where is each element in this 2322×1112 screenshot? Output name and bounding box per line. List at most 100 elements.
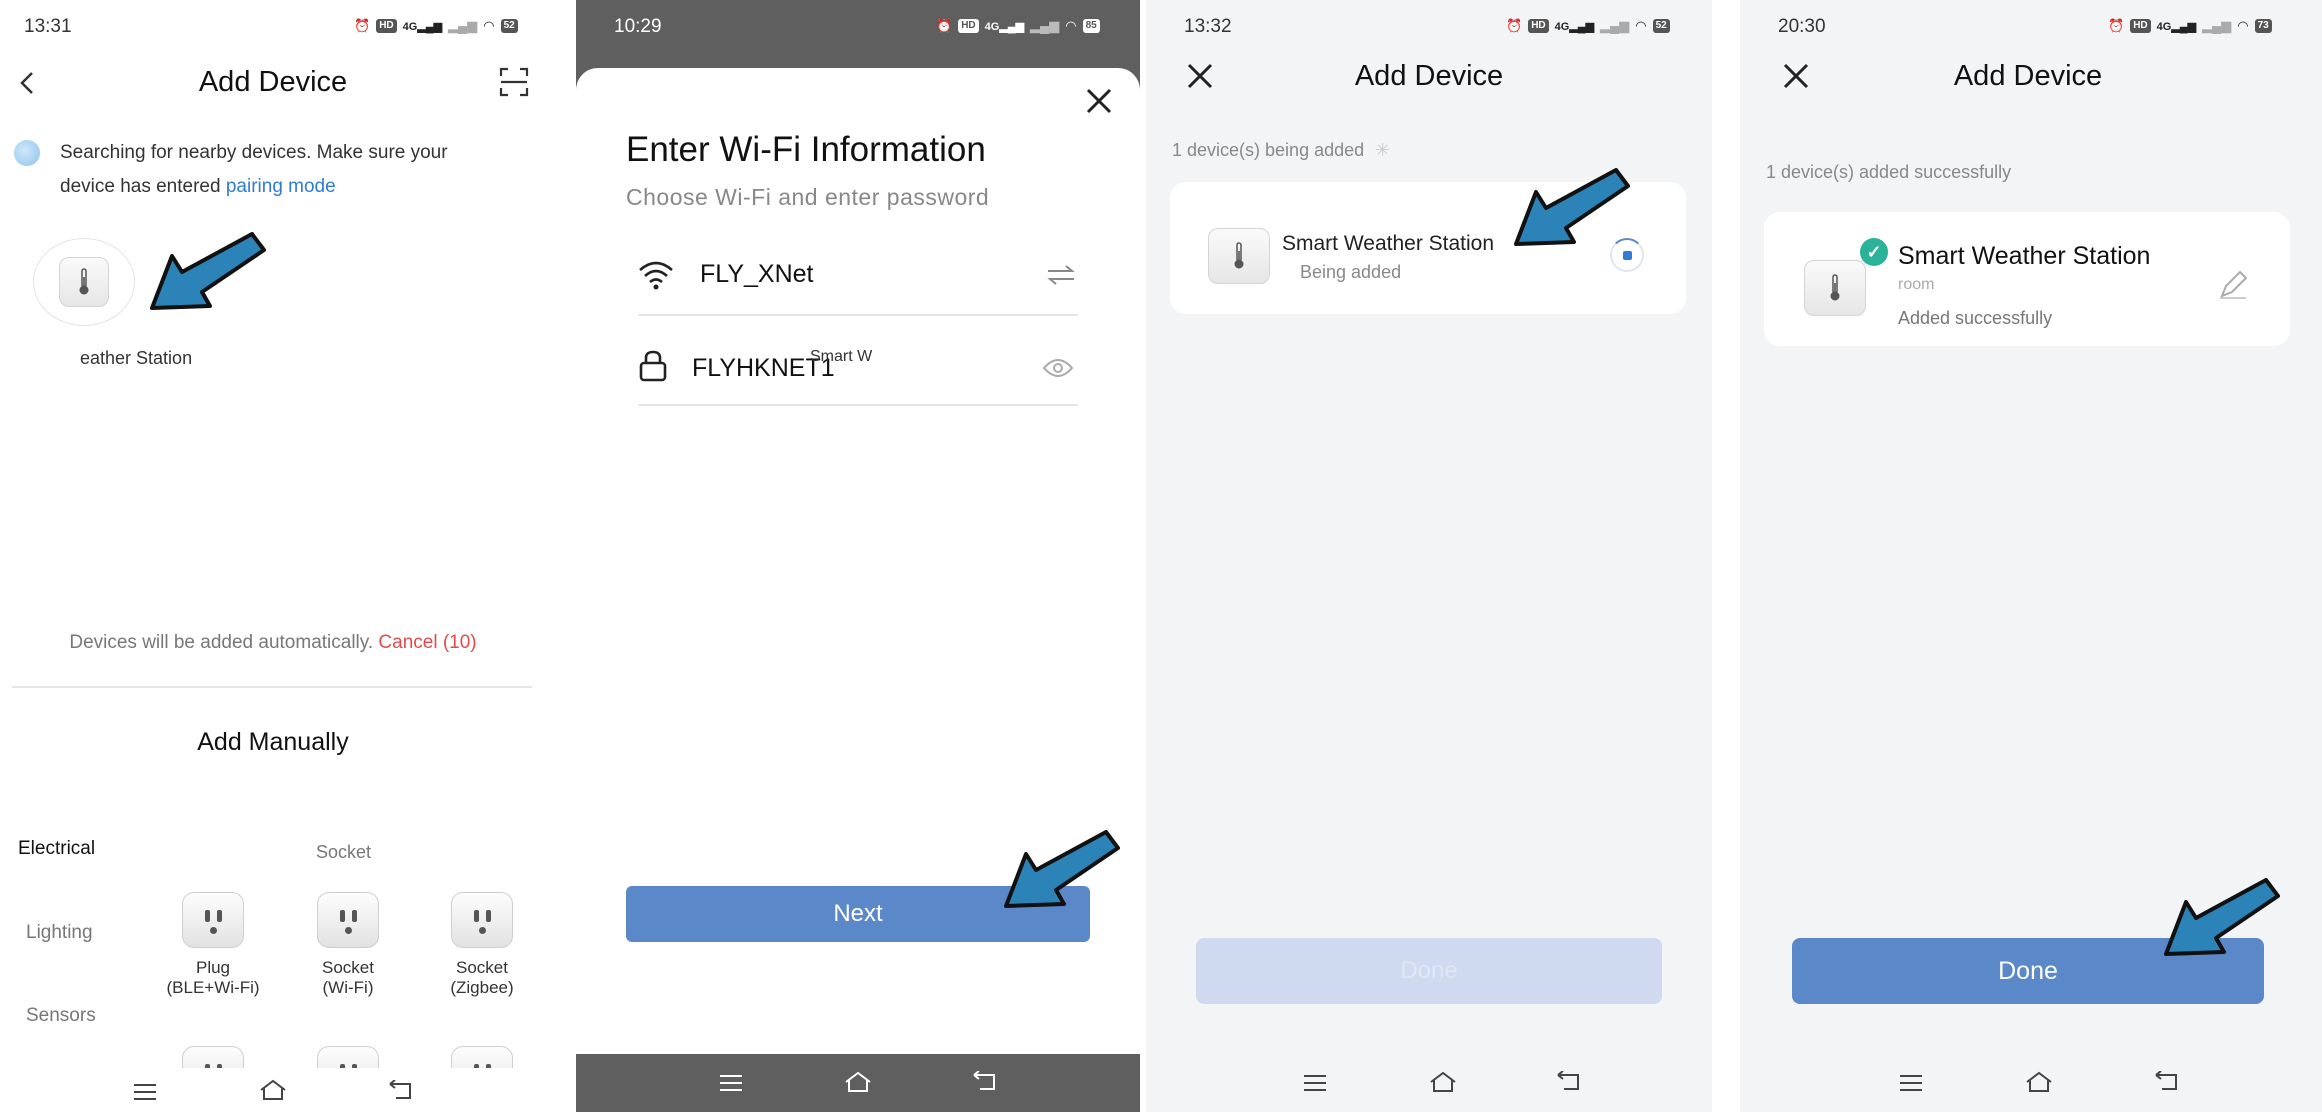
close-icon: [1086, 88, 1112, 114]
battery-icon: 73: [2254, 19, 2272, 33]
pointer-arrow-icon: [150, 232, 266, 310]
device-thumbnail: [1804, 260, 1866, 316]
swap-icon[interactable]: [1046, 264, 1076, 286]
wifi-status-icon: ◠: [1065, 18, 1077, 33]
panel-device-being-added: 13:32 ⏰ HD 4G▂▄▆ ▂▄▆ ◠ 52 Add Device 1 d…: [1146, 0, 1712, 1112]
menu-icon[interactable]: [132, 1082, 158, 1102]
menu-icon[interactable]: [718, 1073, 744, 1093]
category-lighting[interactable]: Lighting: [26, 922, 93, 944]
product-label: Socket (Wi-Fi): [322, 958, 374, 997]
divider: [12, 686, 532, 688]
alarm-icon: ⏰: [2108, 18, 2125, 33]
home-icon[interactable]: [1428, 1070, 1458, 1094]
back-nav-icon[interactable]: [970, 1071, 998, 1093]
sheet-subheading: Choose Wi-Fi and enter password: [626, 184, 990, 210]
device-room: room: [1898, 276, 1935, 293]
done-button-label: Done: [1400, 957, 1458, 984]
done-button-disabled[interactable]: Done: [1196, 938, 1662, 1004]
device-thumbnail: [59, 257, 109, 307]
home-icon[interactable]: [843, 1070, 873, 1094]
panel-wifi-info: 10:29 ⏰ HD 4G▂▄▆ ▂▄▆ ◠ 85 Enter Wi-Fi In…: [576, 0, 1140, 1112]
system-nav-bar: [0, 1068, 552, 1112]
socket-icon: [317, 892, 379, 948]
hd-icon: HD: [376, 19, 397, 33]
system-nav-bar: [1740, 1054, 2322, 1112]
pointer-arrow-icon: [1004, 830, 1120, 908]
signal-icon: 4G▂▄▆: [984, 20, 1025, 33]
password-field[interactable]: FLYHKNET1 Smart W: [638, 330, 1078, 406]
home-icon[interactable]: [258, 1078, 288, 1102]
menu-icon[interactable]: [1898, 1073, 1924, 1093]
pencil-icon[interactable]: [2218, 270, 2248, 300]
signal-weak-icon: ▂▄▆: [1030, 18, 1060, 33]
back-nav-icon[interactable]: [386, 1080, 414, 1102]
product-label: Socket (Zigbee): [450, 958, 514, 997]
adding-status-text: 1 device(s) being added: [1172, 140, 1365, 160]
page-title: Add Device: [198, 66, 348, 98]
search-message: Searching for nearby devices. Make sure …: [60, 136, 500, 204]
system-nav-bar: [1146, 1054, 1712, 1112]
wifi-sheet: Enter Wi-Fi Information Choose Wi-Fi and…: [576, 68, 1140, 1054]
home-icon[interactable]: [2024, 1070, 2054, 1094]
category-electrical[interactable]: Electrical: [18, 838, 95, 860]
thermometer-icon: [79, 268, 89, 295]
device-card[interactable]: ✓ Smart Weather Station room Added succe…: [1764, 212, 2290, 346]
status-time: 13:31: [24, 16, 72, 37]
alarm-icon: ⏰: [354, 18, 371, 33]
done-button-label: Done: [1998, 957, 2058, 985]
alarm-icon: ⏰: [936, 18, 953, 33]
signal-weak-icon: ▂▄▆: [448, 18, 478, 33]
status-icons: ⏰ HD 4G▂▄▆ ▂▄▆ ◠ 85: [936, 18, 1100, 34]
status-icons: ⏰ HD 4G▂▄▆ ▂▄▆ ◠ 52: [1506, 18, 1670, 34]
status-time: 13:32: [1184, 16, 1232, 37]
wifi-status-icon: ◠: [1635, 18, 1647, 33]
signal-icon: 4G▂▄▆: [1554, 20, 1595, 33]
product-socket-zigbee[interactable]: Socket (Zigbee): [417, 892, 547, 1002]
product-socket-wifi[interactable]: Socket (Wi-Fi): [283, 892, 413, 1002]
signal-weak-icon: ▂▄▆: [1600, 18, 1630, 33]
eye-icon[interactable]: [1042, 358, 1074, 378]
back-nav-icon[interactable]: [1554, 1071, 1582, 1093]
hd-icon: HD: [958, 19, 979, 33]
category-sensors[interactable]: Sensors: [26, 1005, 96, 1027]
signal-icon: 4G▂▄▆: [2156, 20, 2197, 33]
plug-icon: [182, 892, 244, 948]
device-thumbnail: [1208, 228, 1270, 284]
found-device-circle[interactable]: [33, 238, 135, 326]
pairing-mode-link[interactable]: pairing mode: [226, 176, 336, 197]
auto-add-message: Devices will be added automatically. Can…: [0, 632, 546, 654]
alarm-icon: ⏰: [1506, 18, 1523, 33]
close-button[interactable]: [1082, 84, 1116, 118]
wifi-status-icon: ◠: [483, 18, 495, 33]
thermometer-icon: [1830, 274, 1840, 301]
cancel-button[interactable]: Cancel (10): [378, 632, 476, 653]
battery-icon: 52: [1652, 19, 1670, 33]
status-icons: ⏰ HD 4G▂▄▆ ▂▄▆ ◠ 52: [354, 18, 518, 34]
auto-add-text: Devices will be added automatically.: [69, 632, 374, 653]
battery-icon: 52: [500, 19, 518, 33]
hd-icon: HD: [2130, 19, 2151, 33]
product-plug-ble-wifi[interactable]: Plug (BLE+Wi-Fi): [148, 892, 278, 1002]
hd-icon: HD: [1528, 19, 1549, 33]
back-nav-icon[interactable]: [2152, 1071, 2180, 1093]
panel-add-device-searching: 13:31 ⏰ HD 4G▂▄▆ ▂▄▆ ◠ 52 Add Device Sea…: [0, 0, 552, 1112]
menu-icon[interactable]: [1302, 1073, 1328, 1093]
signal-icon: 4G▂▄▆: [402, 20, 443, 33]
pointer-arrow-icon: [2164, 878, 2280, 956]
success-check-icon: ✓: [1860, 238, 1888, 266]
socket-subheader: Socket: [316, 842, 372, 862]
found-device-label: eather Station: [80, 348, 193, 368]
device-name: Smart Weather Station: [1898, 242, 2151, 270]
product-label: Plug (BLE+Wi-Fi): [166, 958, 260, 997]
add-manually-title: Add Manually: [197, 728, 349, 756]
searching-indicator-icon: [14, 140, 40, 166]
wifi-network-field[interactable]: FLY_XNet: [638, 240, 1078, 316]
adding-status: 1 device(s) being added ✳: [1172, 140, 1390, 161]
lock-icon: [639, 350, 667, 382]
status-time: 20:30: [1778, 16, 1826, 37]
thermometer-icon: [1234, 242, 1244, 269]
scan-button[interactable]: [498, 66, 530, 98]
wifi-icon: [639, 261, 673, 290]
page-title: Add Device: [1354, 60, 1504, 92]
battery-icon: 85: [1082, 19, 1100, 33]
